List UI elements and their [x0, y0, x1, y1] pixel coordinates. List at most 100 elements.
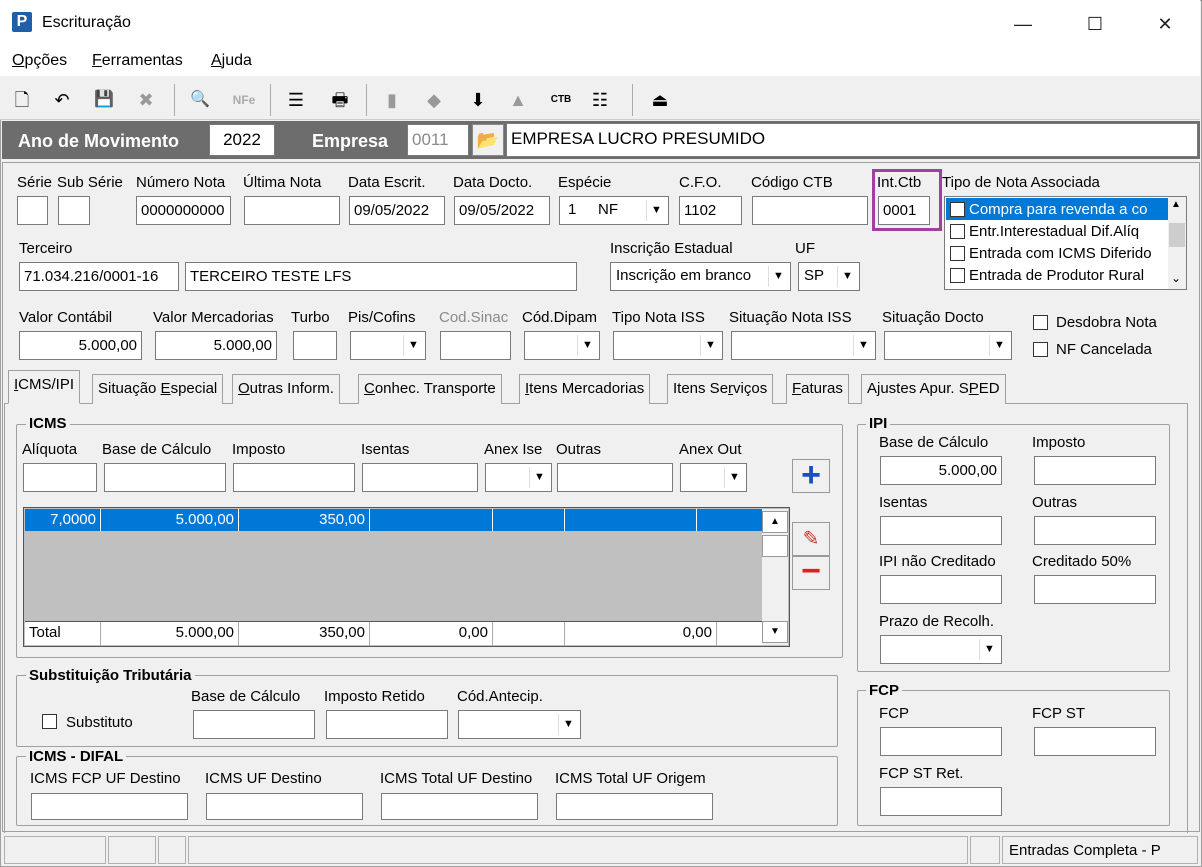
list-scrollbar[interactable]: ▲ ⌄	[1168, 197, 1186, 289]
chevron-down-icon[interactable]: ▼	[853, 335, 873, 356]
intctb-input[interactable]: 0001	[878, 196, 930, 225]
checkbox[interactable]	[950, 245, 965, 261]
situacaodocto-select[interactable]: ▼	[884, 331, 1012, 360]
st-retido-input[interactable]	[326, 710, 448, 739]
ie-select[interactable]: Inscrição em branco ▼	[610, 262, 791, 291]
ipi-naocred-input[interactable]	[880, 575, 1002, 604]
cancelada-checkbox[interactable]	[1033, 342, 1048, 357]
menu-ajuda[interactable]: Ajuda	[211, 52, 252, 70]
uf-select[interactable]: SP ▼	[798, 262, 860, 291]
checkbox[interactable]	[950, 201, 965, 217]
tab-faturas[interactable]: Faturas	[786, 374, 849, 404]
remove-icon[interactable]: −	[792, 554, 830, 590]
preview-icon[interactable]: 🔍	[188, 88, 212, 112]
download-icon[interactable]: ⬇	[466, 88, 490, 112]
icms-imposto-input[interactable]	[233, 463, 355, 492]
table-row[interactable]: 7,0000 5.000,00 350,00	[25, 509, 762, 531]
anexout-select[interactable]: ▼	[680, 463, 747, 492]
exit-icon[interactable]: ⏏	[648, 88, 672, 112]
save-icon[interactable]: 💾	[92, 88, 116, 112]
chevron-down-icon[interactable]: ▼	[529, 467, 549, 488]
serie-input[interactable]	[17, 196, 48, 225]
tab-itens-mercadorias[interactable]: Itens Mercadorias	[519, 374, 651, 404]
valor-merc-input[interactable]: 5.000,00	[155, 331, 277, 360]
minimize-button[interactable]: —	[1000, 8, 1046, 40]
scroll-up-icon[interactable]: ▲	[1171, 199, 1181, 210]
ipi-outras-input[interactable]	[1034, 516, 1156, 545]
tree-icon[interactable]: ☰	[284, 88, 308, 112]
difal-fcp-input[interactable]	[31, 793, 188, 820]
tab-icms-ipi[interactable]: ICMS/IPI	[8, 370, 81, 404]
valor-contabil-input[interactable]: 5.000,00	[19, 331, 142, 360]
terceiro-cnpj-input[interactable]: 71.034.216/0001-16	[19, 262, 179, 291]
chevron-down-icon[interactable]: ▼	[837, 266, 857, 287]
list-item[interactable]: Entrada de Produtor Rural	[950, 264, 1168, 286]
chevron-down-icon[interactable]: ▼	[577, 335, 597, 356]
close-button[interactable]: ✕	[1142, 8, 1188, 40]
ipi-imposto-input[interactable]	[1034, 456, 1156, 485]
list-item[interactable]: Entr.Interestadual Dif.Alíq	[950, 220, 1168, 242]
difal-ufdest-input[interactable]	[206, 793, 363, 820]
edit-pencil-icon[interactable]: ✎	[792, 522, 830, 556]
new-document-icon[interactable]: 🗋	[10, 88, 34, 112]
ano-field[interactable]: 2022	[209, 124, 275, 156]
icms-isentas-input[interactable]	[362, 463, 478, 492]
checkbox[interactable]	[950, 223, 965, 239]
ipi-isentas-input[interactable]	[880, 516, 1002, 545]
tab-itens-servicos[interactable]: Itens Serviços	[667, 374, 774, 404]
tab-conhec-transporte[interactable]: Conhec. Transporte	[358, 374, 502, 404]
chevron-down-icon[interactable]: ▼	[989, 335, 1009, 356]
menu-opcoes[interactable]: Opções	[12, 52, 67, 70]
subserie-input[interactable]	[58, 196, 90, 225]
st-antecip-select[interactable]: ▼	[458, 710, 581, 739]
chevron-down-icon[interactable]: ▼	[403, 335, 423, 356]
scroll-up-icon[interactable]: ▲	[762, 511, 788, 533]
chevron-down-icon[interactable]: ▼	[558, 714, 578, 735]
numero-input[interactable]: 0000000000	[136, 196, 231, 225]
menu-ferramentas[interactable]: Ferramentas	[92, 52, 183, 70]
list-item[interactable]: Compra para revenda a co	[950, 198, 1147, 220]
empresa-code-field[interactable]: 0011	[407, 124, 469, 156]
nfe-icon[interactable]: NFe	[226, 88, 262, 112]
situacaoiss-select[interactable]: ▼	[731, 331, 876, 360]
scroll-down-icon[interactable]: ▼	[762, 621, 788, 643]
tipoiss-select[interactable]: ▼	[613, 331, 723, 360]
difal-totaldest-input[interactable]	[381, 793, 538, 820]
data-escrit-input[interactable]: 09/05/2022	[349, 196, 445, 225]
add-icon[interactable]: +	[792, 458, 830, 493]
icms-outras-input[interactable]	[557, 463, 673, 492]
tab-situacao-especial[interactable]: Situação Especial	[92, 374, 224, 404]
fcp-input[interactable]	[880, 727, 1002, 756]
delete-icon[interactable]: ✖	[134, 88, 158, 112]
ctb-input[interactable]	[752, 196, 868, 225]
chevron-down-icon[interactable]: ▼	[646, 200, 666, 221]
chevron-down-icon[interactable]: ▼	[979, 639, 999, 660]
coddipam-select[interactable]: ▼	[524, 331, 600, 360]
chevron-down-icon[interactable]: ▼	[700, 335, 720, 356]
book-icon[interactable]: ▮	[380, 88, 404, 112]
checkbox[interactable]	[950, 267, 965, 283]
difal-totalorig-input[interactable]	[556, 793, 713, 820]
chevron-down-icon[interactable]: ▼	[768, 266, 788, 287]
data-docto-input[interactable]: 09/05/2022	[454, 196, 550, 225]
ipi-base-input[interactable]: 5.000,00	[880, 456, 1002, 485]
scroll-thumb[interactable]	[762, 535, 788, 557]
list-item[interactable]: Entrada com ICMS Diferido	[950, 242, 1168, 264]
ipi-cred50-input[interactable]	[1034, 575, 1156, 604]
open-folder-icon[interactable]: 📂	[472, 124, 504, 156]
fcpst-input[interactable]	[1034, 727, 1156, 756]
scroll-down-icon[interactable]: ⌄	[1171, 271, 1181, 285]
scroll-thumb[interactable]	[1169, 223, 1185, 247]
codsinac-input[interactable]	[440, 331, 511, 360]
ultima-input[interactable]	[244, 196, 340, 225]
print-icon[interactable]: 🖶	[328, 88, 352, 112]
tab-ajustes-sped[interactable]: Ajustes Apur. SPED	[861, 374, 1006, 404]
substituto-checkbox[interactable]	[42, 714, 57, 729]
especie-select[interactable]: 1 NF ▼	[559, 196, 669, 225]
ledger-icon[interactable]: ☷	[588, 88, 612, 112]
tab-outras-inform[interactable]: Outras Inform.	[232, 374, 340, 404]
piscofins-select[interactable]: ▼	[350, 331, 426, 360]
icms-base-input[interactable]	[104, 463, 226, 492]
aliquota-input[interactable]	[23, 463, 97, 492]
maximize-button[interactable]: ☐	[1072, 8, 1118, 40]
